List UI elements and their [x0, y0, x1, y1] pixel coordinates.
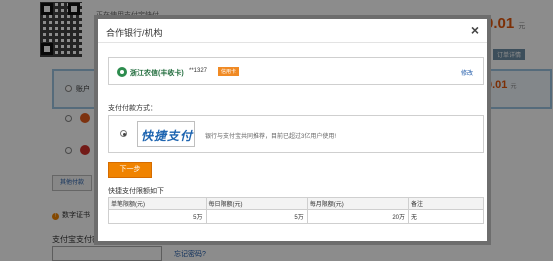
- limit-table: 单笔限额(元) 每日限额(元) 每月限额(元) 备注 5万 5万 20万 无: [108, 197, 484, 224]
- pay-option-kuaijie[interactable]: 快捷支付 银行与支付宝共同推荐，目前已超过3亿用户使用!: [108, 115, 484, 153]
- table-cell: 无: [408, 209, 484, 224]
- table-cell: 20万: [306, 209, 410, 224]
- close-icon[interactable]: ×: [471, 22, 479, 38]
- pay-method-label: 支付付款方式：: [108, 105, 157, 112]
- pay-option-radio[interactable]: [120, 130, 127, 137]
- table-header: 每日限额(元): [205, 197, 308, 210]
- table-cell: 5万: [108, 209, 207, 224]
- next-step-button[interactable]: 下一步: [108, 162, 152, 178]
- table-header: 备注: [408, 197, 484, 210]
- card-number: **1327: [189, 68, 208, 74]
- modify-link[interactable]: 修改: [461, 68, 473, 77]
- bank-modal: 合作银行/机构 × 浙江农信(丰收卡) **1327 信用卡 修改 支付付款方式…: [94, 15, 491, 245]
- table-cell: 5万: [205, 209, 308, 224]
- table-header: 每月限额(元): [306, 197, 410, 210]
- table-header-row: 单笔限额(元) 每日限额(元) 每月限额(元) 备注: [108, 197, 484, 210]
- kuaijie-logo-text: 快捷支付: [141, 129, 194, 143]
- pay-option-description: 银行与支付宝共同推荐，目前已超过3亿用户使用!: [205, 134, 337, 140]
- table-row: 5万 5万 20万 无: [108, 209, 484, 224]
- modal-title: 合作银行/机构: [106, 28, 163, 38]
- bank-name: 浙江农信(丰收卡): [130, 70, 184, 77]
- bank-logo-icon: [117, 67, 127, 77]
- kuaijie-logo: 快捷支付: [137, 121, 195, 147]
- limit-title: 快捷支付限额如下: [108, 188, 164, 195]
- selected-bank-card: 浙江农信(丰收卡) **1327 信用卡 修改: [108, 57, 484, 85]
- card-type-badge: 信用卡: [218, 67, 240, 76]
- table-header: 单笔限额(元): [108, 197, 207, 210]
- modal-header: 合作银行/机构 ×: [98, 19, 487, 43]
